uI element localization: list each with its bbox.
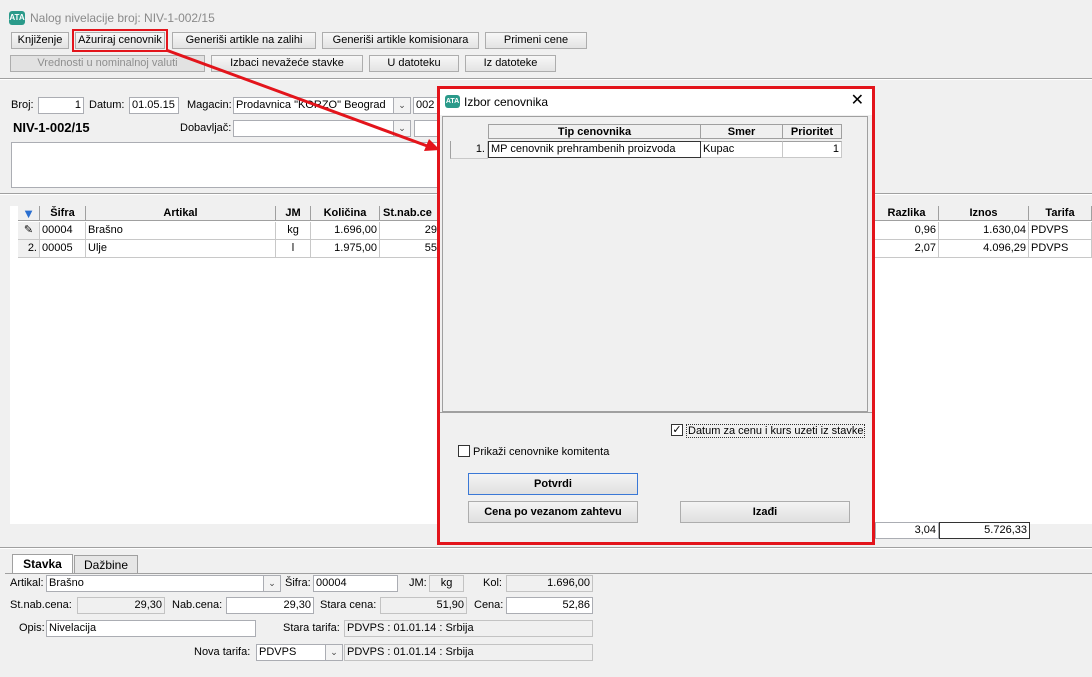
- cena-po-vezanom-zahtevu-button[interactable]: Cena po vezanom zahtevu: [468, 501, 638, 523]
- datum-checkbox[interactable]: ✓: [671, 424, 683, 436]
- app-logo-icon: ATA: [445, 95, 460, 108]
- separator: [440, 412, 872, 413]
- row-number: 1.: [450, 141, 488, 159]
- izadji-button[interactable]: Izađi: [680, 501, 850, 523]
- col-tip-cenovnika[interactable]: Tip cenovnika: [488, 124, 701, 139]
- table-cell[interactable]: 1: [783, 141, 842, 158]
- table-cell[interactable]: MP cenovnik prehrambenih proizvoda: [488, 141, 701, 158]
- izbor-cenovnika-dialog: ATA Izbor cenovnika ✕ Tip cenovnika Smer…: [437, 86, 875, 545]
- prikazi-checkbox[interactable]: [458, 445, 470, 457]
- table-cell[interactable]: Kupac: [701, 141, 783, 158]
- dialog-title-bar: ATA Izbor cenovnika ✕: [440, 89, 872, 115]
- potvrdi-button[interactable]: Potvrdi: [468, 473, 638, 495]
- dialog-title: Izbor cenovnika: [464, 95, 549, 109]
- prikazi-checkbox-label[interactable]: Prikaži cenovnike komitenta: [473, 446, 609, 458]
- close-icon[interactable]: ✕: [851, 92, 864, 110]
- col-smer[interactable]: Smer: [701, 124, 783, 139]
- datum-checkbox-label[interactable]: Datum za cenu i kurs uzeti iz stavke: [686, 424, 866, 438]
- col-prioritet[interactable]: Prioritet: [783, 124, 842, 139]
- cenovnik-grid: Tip cenovnika Smer Prioritet 1. MP cenov…: [442, 116, 868, 412]
